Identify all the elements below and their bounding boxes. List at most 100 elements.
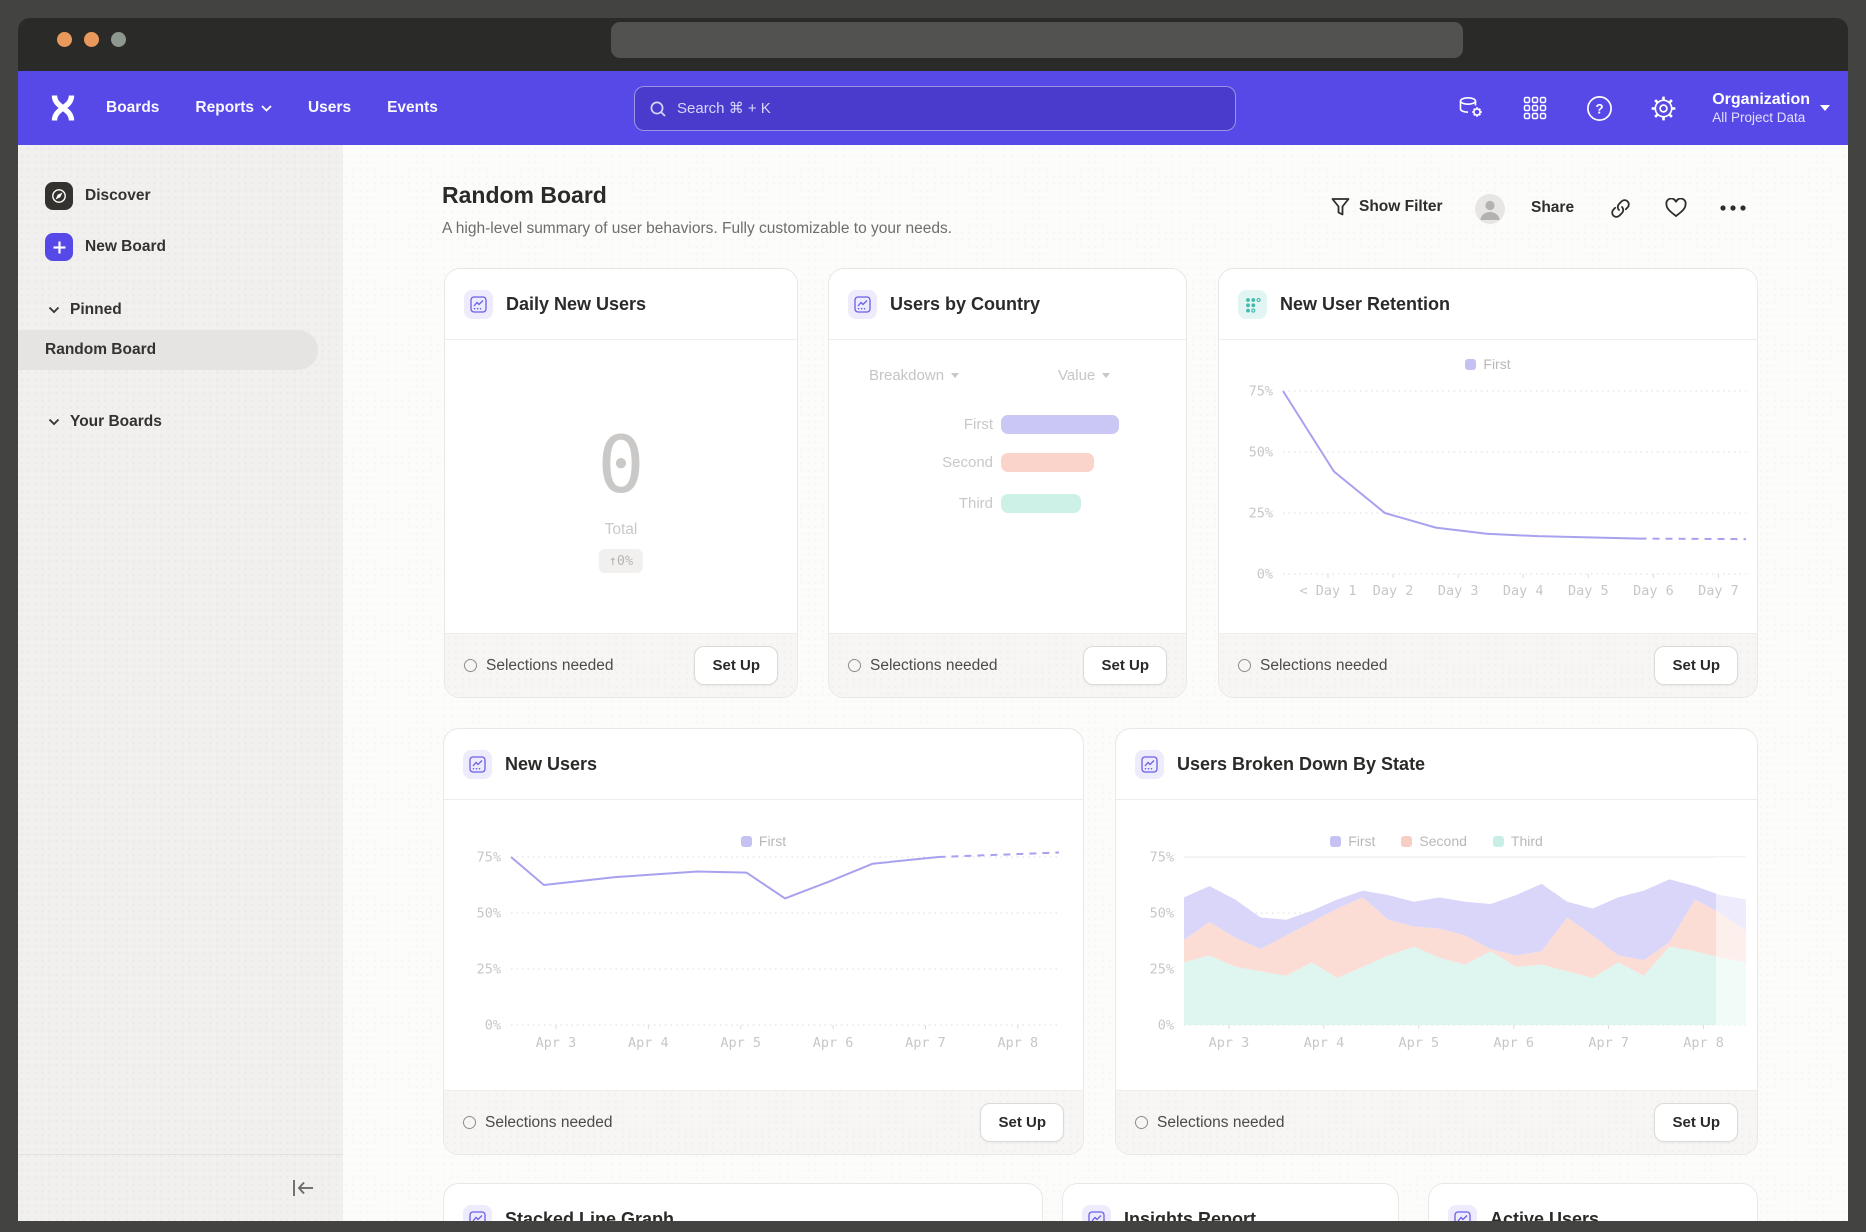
sidebar-item-random-board[interactable]: Random Board [18, 330, 318, 370]
sidebar-divider [18, 1154, 343, 1155]
avatar[interactable] [1475, 194, 1505, 224]
collapse-left-icon [290, 1176, 316, 1200]
breakdown-row-label: First [829, 416, 993, 433]
breakdown-bar [1001, 494, 1081, 513]
nav-item-events[interactable]: Events [387, 99, 438, 117]
nav-item-reports[interactable]: Reports [195, 99, 272, 117]
svg-text:75%: 75% [477, 850, 501, 866]
sidebar-section-pinned[interactable]: Pinned [48, 301, 122, 319]
card-new-users: New Users First 75%50%25%0%Apr 3Apr 4Apr… [443, 728, 1084, 1155]
status-text: Selections needed [870, 657, 998, 675]
mixpanel-logo-icon[interactable] [48, 93, 78, 123]
org-switcher[interactable]: Organization All Project Data [1712, 90, 1830, 127]
heart-icon [1665, 198, 1687, 218]
line-chart-icon [464, 290, 493, 319]
sidebar-section-your-boards[interactable]: Your Boards [48, 413, 162, 431]
show-filter-button[interactable]: Show Filter [1331, 197, 1443, 217]
svg-text:Apr 8: Apr 8 [1683, 1035, 1724, 1051]
card-title: Active Users [1490, 1184, 1599, 1221]
chevron-down-icon [48, 306, 60, 314]
svg-text:50%: 50% [1249, 445, 1273, 461]
share-button[interactable]: Share [1531, 199, 1574, 217]
svg-text:Apr 4: Apr 4 [1304, 1035, 1345, 1051]
apps-grid-icon[interactable] [1520, 93, 1550, 123]
ellipsis-icon [1719, 204, 1747, 212]
status-circle-icon [1135, 1116, 1148, 1129]
value-dropdown[interactable]: Value [1058, 367, 1110, 384]
card-title: Daily New Users [506, 269, 646, 340]
sidebar: Discover New Board Pinned Random Board Y… [18, 145, 343, 1221]
set-up-button[interactable]: Set Up [1654, 1103, 1738, 1142]
set-up-button[interactable]: Set Up [694, 646, 778, 685]
window-minimize-button[interactable] [84, 32, 99, 47]
svg-text:Day 3: Day 3 [1438, 583, 1479, 599]
svg-text:Apr 6: Apr 6 [1493, 1035, 1534, 1051]
breakdown-row-label: Second [829, 454, 993, 471]
card-footer: Selections needed Set Up [1219, 633, 1757, 697]
card-users-by-state: Users Broken Down By State First Second … [1115, 728, 1758, 1155]
svg-text:0%: 0% [1257, 567, 1273, 583]
collapse-sidebar-button[interactable] [290, 1175, 318, 1201]
status-circle-icon [848, 659, 861, 672]
svg-text:Day 6: Day 6 [1633, 583, 1674, 599]
chevron-down-icon [1102, 373, 1110, 378]
card-header: Insights Report [1063, 1184, 1398, 1221]
set-up-button[interactable]: Set Up [980, 1103, 1064, 1142]
svg-text:< Day 1: < Day 1 [1300, 583, 1357, 599]
screen: Boards Reports Users Events [0, 0, 1866, 1232]
line-chart-icon [848, 290, 877, 319]
card-stacked-line-graph: Stacked Line Graph [443, 1183, 1043, 1221]
more-options-button[interactable] [1719, 204, 1747, 212]
settings-gear-icon[interactable] [1648, 93, 1678, 123]
window-titlebar [18, 18, 1848, 71]
metric-value: 0 [445, 421, 797, 511]
search-box[interactable] [634, 86, 1236, 131]
status-circle-icon [1238, 659, 1251, 672]
status-circle-icon [463, 1116, 476, 1129]
card-footer: Selections needed Set Up [444, 1090, 1083, 1154]
metric-delta-badge: ↑0% [599, 549, 643, 573]
svg-text:Apr 7: Apr 7 [905, 1035, 946, 1051]
copy-link-button[interactable] [1610, 198, 1631, 219]
sidebar-item-discover[interactable]: Discover [45, 182, 150, 210]
svg-text:25%: 25% [477, 962, 501, 978]
link-icon [1610, 198, 1631, 219]
data-management-icon[interactable] [1456, 93, 1486, 123]
chevron-down-icon [261, 105, 272, 112]
sidebar-new-board-button[interactable]: New Board [45, 233, 166, 261]
svg-text:Apr 7: Apr 7 [1588, 1035, 1629, 1051]
svg-text:?: ? [1595, 101, 1603, 116]
board-main: Random Board A high-level summary of use… [343, 145, 1848, 1221]
card-insights-report: Insights Report [1062, 1183, 1399, 1221]
svg-text:Apr 6: Apr 6 [813, 1035, 854, 1051]
set-up-button[interactable]: Set Up [1083, 646, 1167, 685]
favorite-button[interactable] [1665, 198, 1687, 218]
help-icon[interactable]: ? [1584, 93, 1614, 123]
card-title: Insights Report [1124, 1184, 1256, 1221]
card-footer: Selections needed Set Up [829, 633, 1186, 697]
org-scope: All Project Data [1712, 110, 1810, 127]
svg-text:Apr 3: Apr 3 [536, 1035, 577, 1051]
status-text: Selections needed [486, 657, 614, 675]
line-chart-icon [1448, 1205, 1477, 1221]
set-up-button[interactable]: Set Up [1654, 646, 1738, 685]
svg-text:Apr 3: Apr 3 [1209, 1035, 1250, 1051]
page-title: Random Board [442, 182, 607, 209]
svg-text:0%: 0% [1158, 1018, 1174, 1034]
window-zoom-button[interactable] [111, 32, 126, 47]
compass-icon [45, 182, 73, 210]
search-icon [649, 100, 667, 118]
svg-text:Apr 4: Apr 4 [628, 1035, 669, 1051]
breakdown-dropdown[interactable]: Breakdown [869, 367, 959, 384]
svg-text:75%: 75% [1249, 384, 1273, 400]
nav-item-boards[interactable]: Boards [106, 99, 159, 117]
address-bar[interactable] [611, 22, 1463, 58]
svg-text:25%: 25% [1249, 506, 1273, 522]
nav-item-users[interactable]: Users [308, 99, 351, 117]
filter-funnel-icon [1331, 197, 1350, 217]
card-header: Active Users [1429, 1184, 1757, 1221]
svg-text:Day 7: Day 7 [1698, 583, 1739, 599]
window-close-button[interactable] [57, 32, 72, 47]
metric-label: Total [445, 521, 797, 539]
search-input[interactable] [677, 100, 1197, 117]
